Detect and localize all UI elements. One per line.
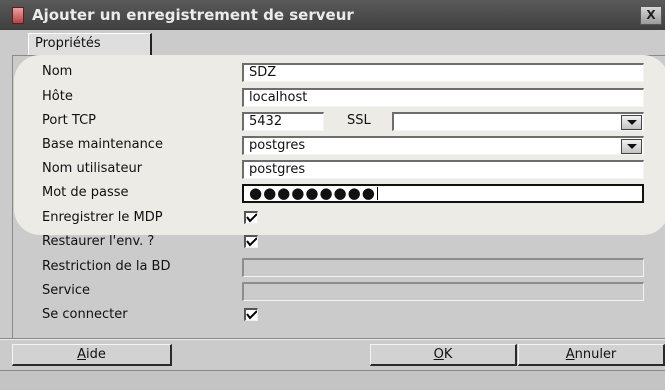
title-bar[interactable]: Ajouter un enregistrement de serveur X [0,0,665,30]
ssl-select[interactable] [392,112,644,131]
checkmark-icon [246,213,257,223]
mot-de-passe-field[interactable]: ●●●●●●●●● [242,184,644,203]
restriction-bd-label: Restriction de la BD [42,259,171,274]
restaurer-env-checkbox[interactable] [244,235,258,248]
base-maintenance-select[interactable]: postgres [242,136,644,155]
base-maintenance-value: postgres [249,138,306,153]
mot-de-passe-label: Mot de passe [42,185,129,200]
annuler-mnemonic: A [565,347,575,362]
port-label: Port TCP [42,113,96,128]
window-title: Ajouter un enregistrement de serveur [32,6,354,24]
nom-label: Nom [42,64,73,79]
port-field[interactable]: 5432 [242,112,324,131]
aide-mnemonic: A [77,347,87,362]
aide-label: ide [86,347,106,362]
chevron-down-icon[interactable] [621,139,642,154]
aide-button[interactable]: Aide [12,344,172,366]
status-bar [0,370,665,390]
nom-field[interactable]: SDZ [242,63,644,82]
ok-label: K [443,347,453,362]
checkmark-icon [246,310,257,320]
enregistrer-mdp-label: Enregistrer le MDP [42,210,163,225]
annuler-button[interactable]: Annuler [518,344,665,366]
nom-utilisateur-label: Nom utilisateur [42,161,143,176]
ok-mnemonic: O [433,347,444,362]
annuler-label: nnuler [574,347,617,362]
server-icon [12,7,24,24]
se-connecter-label: Se connecter [42,307,128,322]
password-masked-value: ●●●●●●●●● [249,184,376,202]
nom-utilisateur-field[interactable]: postgres [242,160,644,179]
restriction-bd-field[interactable] [242,258,644,277]
button-separator [0,338,665,340]
add-server-dialog: Ajouter un enregistrement de serveur X P… [0,0,665,390]
enregistrer-mdp-checkbox[interactable] [244,211,258,224]
service-field[interactable] [242,282,644,301]
close-icon[interactable]: X [640,6,662,25]
base-maintenance-label: Base maintenance [42,137,163,152]
tab-proprietes[interactable]: Propriétés [28,33,152,55]
service-label: Service [42,283,91,298]
text-caret [376,187,378,200]
hote-label: Hôte [42,89,73,104]
hote-field[interactable]: localhost [242,88,644,107]
ssl-label: SSL [347,113,371,128]
chevron-down-icon[interactable] [621,115,642,130]
restaurer-env-label: Restaurer l'env. ? [42,234,155,249]
se-connecter-checkbox[interactable] [244,308,258,321]
ok-button[interactable]: OK [370,344,517,366]
checkmark-icon [246,237,257,247]
